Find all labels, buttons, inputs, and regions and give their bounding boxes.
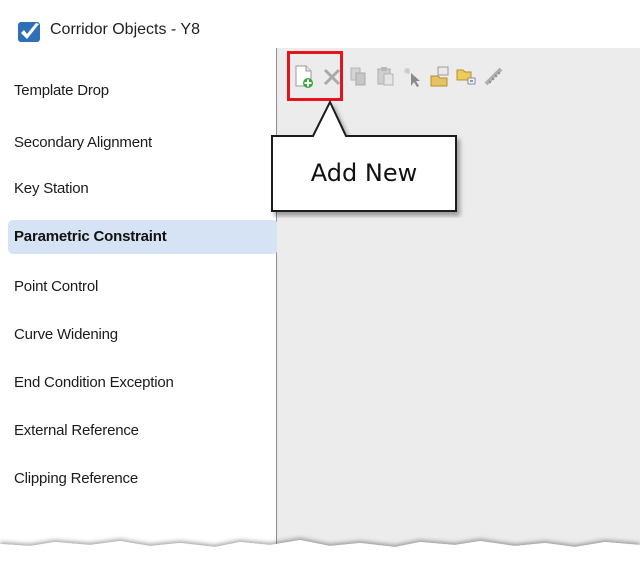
callout-label: Add New (310, 159, 418, 187)
add-new-highlight (287, 51, 343, 101)
sidebar-item-end-condition-exception[interactable]: End Condition Exception (12, 366, 270, 400)
folder-button[interactable] (453, 62, 479, 90)
title-bar: Corridor Objects - Y8 (0, 0, 640, 48)
sidebar-item-template-drop[interactable]: Template Drop (12, 74, 270, 108)
sidebar-item-curve-widening[interactable]: Curve Widening (12, 318, 270, 352)
app-logo-icon (18, 20, 42, 44)
select-button[interactable] (399, 62, 425, 90)
copy-button[interactable] (345, 62, 371, 90)
import-button[interactable] (426, 62, 452, 90)
paste-button[interactable] (372, 62, 398, 90)
sidebar-item-external-reference[interactable]: External Reference (12, 414, 270, 448)
sidebar-item-point-control[interactable]: Point Control (12, 270, 270, 304)
window-title: Corridor Objects - Y8 (50, 21, 200, 38)
sidebar-item-secondary-alignment[interactable]: Secondary Alignment (12, 126, 270, 160)
measure-button[interactable] (480, 62, 506, 90)
sidebar-item-clipping-reference[interactable]: Clipping Reference (12, 462, 270, 496)
sidebar-item-key-station[interactable]: Key Station (12, 172, 270, 206)
sidebar-item-parametric-constraint[interactable]: Parametric Constraint (8, 220, 278, 254)
torn-edge-decoration (0, 534, 640, 556)
